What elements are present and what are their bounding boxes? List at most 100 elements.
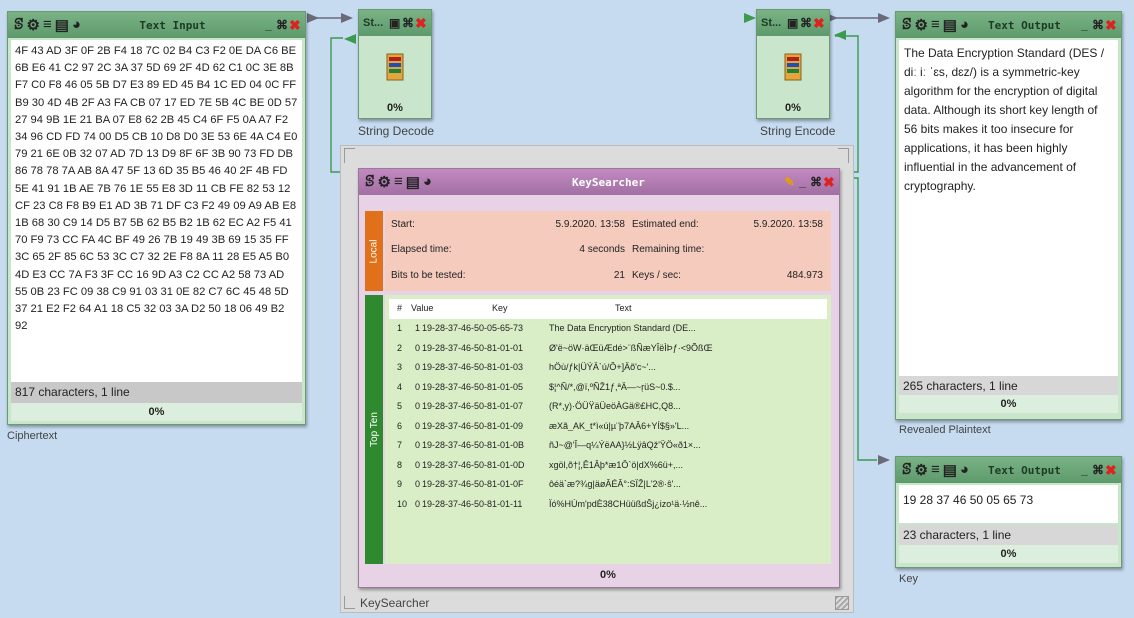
component-caption: Ciphertext (7, 430, 58, 442)
presentation-icon[interactable]: ▤ (55, 16, 70, 34)
result-value: 0 (415, 479, 421, 489)
text-output-key-component[interactable]: ꕷ ⚙ ≡ ▤ ◕ Text Output _ ⌘ ✖ 19 28 37 46 … (895, 456, 1122, 568)
top-ten-panel: # Value Key Text 1 1 19-28-37-46-50-05-65-… (385, 295, 831, 564)
maximize-icon[interactable]: ⌘ (276, 19, 288, 31)
component-title: KeySearcher (572, 175, 645, 189)
restore-icon[interactable]: ⌘ (800, 17, 812, 29)
table-row[interactable]: 10 0 19-28-37-46-50-81-01-11 Ïó%HÙm'pdÈ38CH… (389, 495, 827, 515)
help-icon[interactable]: ◕ (423, 173, 433, 191)
close-icon[interactable]: ✖ (823, 175, 835, 189)
menu-icon[interactable]: ≡ (931, 16, 941, 34)
key-output[interactable]: 19 28 37 46 50 05 65 73 (899, 485, 1118, 523)
result-key: 19-28-37-46-50-81-01-01 (422, 342, 524, 353)
presentation-icon[interactable]: ▤ (943, 16, 958, 34)
help-icon[interactable]: ◕ (960, 16, 970, 34)
text-input-component[interactable]: ꕷ ⚙ ≡ ▤ ◕ Text Input _ ⌘ ✖ 4F 43 AD 3F 0… (7, 11, 306, 425)
column-header[interactable]: Text (615, 303, 632, 313)
table-row[interactable]: 3 0 19-28-37-46-50-81-01-03 hÖù/ƒk|ÜÝÄ`ú/Ô+… (389, 358, 827, 378)
local-stats-panel: Start: 5.9.2020. 13:58 Estimated end: 5.… (385, 211, 831, 291)
table-row[interactable]: 9 0 19-28-37-46-50-81-01-0F ôéä`æ?¾g|äøÂÉÂ°… (389, 475, 827, 495)
table-row[interactable]: 2 0 19-28-37-46-50-81-01-01 Ø'ë~öW·äŒüÆdé>¨… (389, 339, 827, 359)
string-decode-icon (386, 53, 404, 81)
column-header[interactable]: Value (411, 303, 433, 313)
component-title: Text Input (139, 18, 206, 32)
menu-icon[interactable]: ≡ (394, 173, 404, 191)
text-status: 23 characters, 1 line (899, 525, 1118, 546)
result-value: 0 (415, 401, 421, 411)
component-icon[interactable]: ꕷ (365, 173, 376, 191)
restore-icon[interactable]: ⌘ (402, 17, 414, 29)
settings-icon[interactable]: ⚙ (915, 16, 929, 34)
string-encode-component[interactable]: St... ▣ ⌘ ✖ 0% (756, 9, 830, 119)
component-icon[interactable]: ꕷ (902, 461, 913, 479)
presentation-icon[interactable]: ▤ (406, 173, 421, 191)
component-title: Text Output (988, 463, 1061, 477)
progress-text: 0% (600, 569, 616, 581)
top-ten-table[interactable]: # Value Key Text 1 1 19-28-37-46-50-05-65-… (389, 299, 827, 514)
tab-local[interactable]: Local (365, 211, 383, 291)
workspace-canvas[interactable]: ꕷ ⚙ ≡ ▤ ◕ Text Input _ ⌘ ✖ 4F 43 AD 3F 0… (0, 0, 1134, 618)
result-value: 0 (415, 420, 421, 431)
settings-icon[interactable]: ⚙ (378, 173, 392, 191)
maximize-icon[interactable]: ▣ (389, 17, 400, 29)
maximize-icon[interactable]: ⌘ (1092, 19, 1104, 31)
settings-icon[interactable]: ⚙ (27, 16, 41, 34)
minimize-icon[interactable]: _ (797, 176, 808, 188)
keysearcher-component[interactable]: ꕷ ⚙ ≡ ▤ ◕ KeySearcher ✎ _ ⌘ ✖ Local Star… (358, 168, 840, 588)
close-icon[interactable]: ✖ (813, 16, 825, 30)
start-label: Start: (391, 219, 415, 230)
result-rank: 1 (397, 323, 403, 333)
close-icon[interactable]: ✖ (1105, 18, 1117, 32)
table-row[interactable]: 8 0 19-28-37-46-50-81-01-0D xgöl,õ†¦,Ê1Âþ*æ… (389, 456, 827, 476)
result-key: 19-28-37-46-50-81-01-07 (422, 401, 524, 411)
result-text: $¦^Ñ/*,@ï,ºÑŽ1ƒ,ªÄ—~ŗüS~0.$... (549, 381, 681, 392)
minimize-icon[interactable]: _ (1079, 19, 1090, 31)
column-header[interactable]: # (397, 303, 402, 313)
column-header[interactable]: Key (492, 303, 508, 313)
frame-bracket (838, 148, 849, 163)
edit-pencil-icon[interactable]: ✎ (784, 176, 795, 188)
close-icon[interactable]: ✖ (1105, 463, 1117, 477)
component-caption: String Decode (358, 124, 435, 138)
string-decode-component[interactable]: St... ▣ ⌘ ✖ 0% (358, 9, 432, 119)
result-key: 19-28-37-46-50-81-01-05 (422, 381, 524, 392)
minimize-icon[interactable]: _ (263, 19, 274, 31)
keys-per-sec-value: 484.973 (786, 270, 823, 281)
minimize-icon[interactable]: _ (1079, 464, 1090, 476)
result-value: 0 (415, 459, 421, 470)
table-row[interactable]: 1 1 19-28-37-46-50-05-65-73 The Data Encryp… (389, 319, 827, 339)
result-text: (R*,y)·ÖÜŸäÜeöÀGä®£HC,Q8... (549, 401, 681, 411)
help-icon[interactable]: ◕ (72, 16, 82, 34)
ciphertext-textarea[interactable]: 4F 43 AD 3F 0F 2B F4 18 7C 02 B4 C3 F2 0… (11, 40, 302, 384)
component-icon[interactable]: ꕷ (902, 16, 913, 34)
close-icon[interactable]: ✖ (289, 18, 301, 32)
menu-icon[interactable]: ≡ (43, 16, 53, 34)
text-status: 817 characters, 1 line (11, 382, 302, 403)
progress-text: 0% (387, 102, 403, 114)
text-output-plaintext-component[interactable]: ꕷ ⚙ ≡ ▤ ◕ Text Output _ ⌘ ✖ The Data Enc… (895, 11, 1122, 420)
maximize-icon[interactable]: ▣ (787, 17, 798, 29)
table-row[interactable]: 6 0 19-28-37-46-50-81-01-09 æXã_AK_t*ì«ú|µ¨… (389, 417, 827, 437)
table-row[interactable]: 7 0 19-28-37-46-50-81-01-0B ñJ~@'Î—q¼ÝëAA}½… (389, 436, 827, 456)
result-key: 19-28-37-46-50-81-01-03 (422, 362, 524, 372)
table-row[interactable]: 4 0 19-28-37-46-50-81-01-05 $¦^Ñ/*,@ï,ºÑŽ1ƒ… (389, 378, 827, 398)
menu-icon[interactable]: ≡ (931, 461, 941, 479)
result-rank: 2 (397, 342, 403, 353)
result-key: 19-28-37-46-50-81-01-0F (422, 479, 524, 489)
plaintext-output[interactable]: The Data Encryption Standard (DES / diː … (899, 40, 1118, 376)
settings-icon[interactable]: ⚙ (915, 461, 929, 479)
close-icon[interactable]: ✖ (415, 16, 427, 30)
help-icon[interactable]: ◕ (960, 461, 970, 479)
component-icon[interactable]: ꕷ (14, 16, 25, 34)
component-caption: Key (899, 573, 918, 585)
presentation-icon[interactable]: ▤ (943, 461, 958, 479)
table-row[interactable]: 5 0 19-28-37-46-50-81-01-07 (R*,y)·ÖÜŸäÜeöÀ… (389, 397, 827, 417)
bits-to-test-value: 21 (613, 270, 625, 281)
result-text: Ø'ë~öW·äŒüÆdé>¨ßÑæYÎëÌÞƒ·<9ÕßŒ (549, 342, 713, 353)
maximize-icon[interactable]: ⌘ (1092, 464, 1104, 476)
resize-grip-icon[interactable] (835, 596, 849, 610)
text-input-titlebar[interactable]: ꕷ ⚙ ≡ ▤ ◕ Text Input _ ⌘ ✖ (8, 12, 305, 38)
tab-top-ten[interactable]: Top Ten (365, 295, 383, 564)
maximize-icon[interactable]: ⌘ (810, 176, 822, 188)
result-rank: 4 (397, 381, 403, 392)
